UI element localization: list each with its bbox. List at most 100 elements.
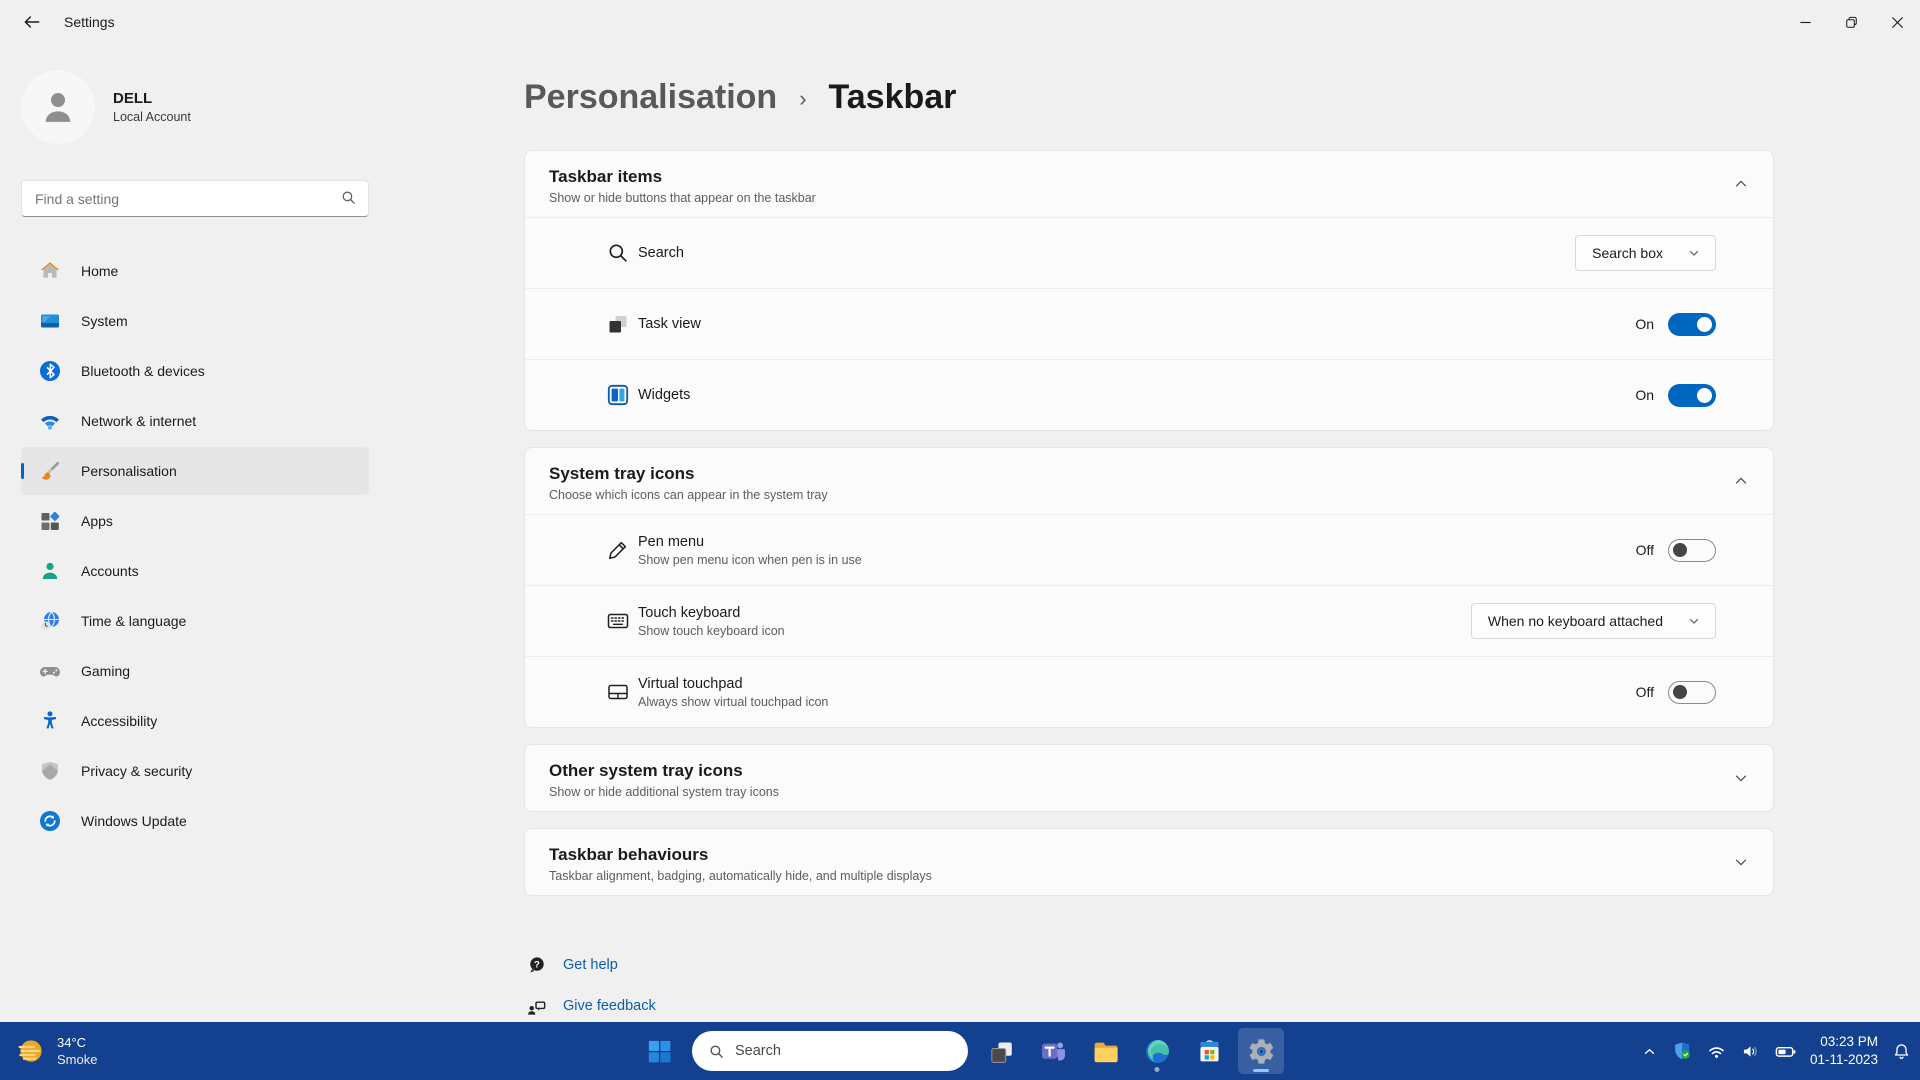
toggle-state-label: Off [1635, 542, 1654, 558]
sidebar-item-home[interactable]: Home [21, 247, 369, 295]
close-button[interactable] [1874, 0, 1920, 44]
card-subtitle: Taskbar alignment, badging, automaticall… [549, 869, 932, 883]
card-title: Other system tray icons [549, 761, 743, 780]
sidebar-item-bluetooth-devices[interactable]: Bluetooth & devices [21, 347, 369, 395]
edge-icon [1145, 1039, 1169, 1063]
taskbar-items-header[interactable]: Taskbar items Show or hide buttons that … [525, 151, 1773, 217]
clock-time: 03:23 PM [1820, 1034, 1878, 1050]
restore-icon [1845, 16, 1857, 28]
sidebar-item-apps[interactable]: Apps [21, 497, 369, 545]
get-help-link[interactable]: ? Get help [524, 954, 1920, 976]
link-label: Get help [563, 957, 618, 973]
taskbar-search-input[interactable] [735, 1043, 945, 1059]
start-button[interactable] [636, 1028, 682, 1074]
sidebar-item-system[interactable]: System [21, 297, 369, 345]
notifications-bell-icon[interactable] [1891, 1041, 1912, 1062]
expand-chevron-down-icon[interactable] [1731, 852, 1751, 872]
edge-button[interactable] [1134, 1028, 1180, 1074]
chevron-down-icon [1689, 250, 1699, 256]
taskbar-search[interactable] [692, 1031, 968, 1071]
minimize-icon [1799, 21, 1811, 23]
sidebar-item-gaming[interactable]: Gaming [21, 647, 369, 695]
setting-label: Pen menu [638, 533, 705, 550]
gaming-icon [38, 659, 62, 683]
feedback-icon [524, 994, 548, 1018]
toggle-state-label: On [1635, 316, 1654, 332]
pen-icon [605, 537, 631, 563]
virtual-touchpad-toggle[interactable] [1668, 680, 1716, 704]
setting-row-touch-keyboard: Touch keyboard Show touch keyboard icon … [525, 585, 1773, 656]
settings-searchbox [21, 180, 369, 217]
search-style-dropdown[interactable]: Search box [1575, 235, 1716, 271]
window-title: Settings [64, 14, 115, 30]
minimize-button[interactable] [1782, 0, 1828, 44]
tray-chevron-up-icon[interactable] [1641, 1043, 1658, 1060]
windows-update-icon [38, 809, 62, 833]
taskbar-clock[interactable]: 03:23 PM 01-11-2023 [1810, 1033, 1878, 1068]
setting-row-search: Search Search box [525, 217, 1773, 288]
card-subtitle: Show or hide buttons that appear on the … [549, 191, 816, 205]
windows-security-icon[interactable] [1671, 1040, 1693, 1062]
account-header[interactable]: DELL Local Account [21, 70, 400, 144]
breadcrumb-parent[interactable]: Personalisation [524, 78, 777, 117]
setting-row-pen-menu: Pen menu Show pen menu icon when pen is … [525, 514, 1773, 585]
shield-icon [38, 759, 62, 783]
sidebar-item-accessibility[interactable]: Accessibility [21, 697, 369, 745]
person-icon [45, 93, 71, 122]
sidebar-item-network-internet[interactable]: Network & internet [21, 397, 369, 445]
sidebar-item-accounts[interactable]: Accounts [21, 547, 369, 595]
sidebar: DELL Local Account Home [0, 44, 400, 1080]
breadcrumb: Personalisation › Taskbar [524, 74, 1920, 120]
collapse-chevron-up-icon[interactable] [1731, 471, 1751, 491]
expand-chevron-down-icon[interactable] [1731, 768, 1751, 788]
task-view-toggle[interactable] [1668, 312, 1716, 336]
sidebar-item-label: Time & language [81, 613, 187, 629]
touchpad-icon [605, 679, 631, 705]
search-icon [708, 1043, 725, 1060]
widgets-toggle[interactable] [1668, 383, 1716, 407]
settings-button[interactable] [1238, 1028, 1284, 1074]
restore-button[interactable] [1828, 0, 1874, 44]
sidebar-item-privacy-security[interactable]: Privacy & security [21, 747, 369, 795]
avatar [21, 70, 95, 144]
wifi-icon[interactable] [1706, 1041, 1727, 1062]
sidebar-item-label: Privacy & security [81, 763, 193, 779]
volume-icon[interactable] [1740, 1041, 1761, 1062]
give-feedback-link[interactable]: Give feedback [524, 995, 1920, 1017]
setting-row-task-view: Task view On [525, 288, 1773, 359]
find-setting-input[interactable] [21, 180, 369, 217]
back-button[interactable] [12, 4, 52, 40]
window-controls [1782, 0, 1920, 44]
sidebar-item-label: System [81, 313, 128, 329]
taskbar-behaviours-header[interactable]: Taskbar behaviours Taskbar alignment, ba… [525, 829, 1773, 895]
collapse-chevron-up-icon[interactable] [1731, 174, 1751, 194]
svg-text:?: ? [534, 959, 540, 970]
main-content: Personalisation › Taskbar Taskbar items … [400, 44, 1920, 1080]
sidebar-item-personalisation[interactable]: Personalisation [21, 447, 369, 495]
setting-description: Show touch keyboard icon [638, 623, 785, 638]
titlebar: Settings [0, 0, 1920, 44]
other-tray-icons-header[interactable]: Other system tray icons Show or hide add… [525, 745, 1773, 811]
file-explorer-button[interactable] [1082, 1028, 1128, 1074]
teams-button[interactable] [1030, 1028, 1076, 1074]
battery-icon[interactable] [1774, 1040, 1797, 1063]
setting-label: Virtual touchpad [638, 675, 743, 692]
file-explorer-icon [1094, 1042, 1118, 1062]
setting-row-virtual-touchpad: Virtual touchpad Always show virtual tou… [525, 656, 1773, 727]
task-view-button[interactable] [978, 1028, 1024, 1074]
store-button[interactable] [1186, 1028, 1232, 1074]
system-tray-header[interactable]: System tray icons Choose which icons can… [525, 448, 1773, 514]
weather-widget[interactable]: 34°C Smoke [14, 1022, 97, 1080]
setting-description: Show pen menu icon when pen is in use [638, 552, 862, 567]
pen-menu-toggle[interactable] [1668, 538, 1716, 562]
sidebar-item-time-language[interactable]: Time & language [21, 597, 369, 645]
touch-keyboard-dropdown[interactable]: When no keyboard attached [1470, 603, 1716, 639]
task-view-icon [990, 1041, 1012, 1063]
sidebar-item-label: Accounts [81, 563, 139, 579]
setting-description: Always show virtual touchpad icon [638, 694, 829, 709]
dropdown-value: Search box [1592, 245, 1663, 261]
sidebar-item-windows-update[interactable]: Windows Update [21, 797, 369, 845]
active-app-indicator [1253, 1069, 1269, 1072]
weather-condition: Smoke [57, 1052, 98, 1067]
weather-temperature: 34°C [57, 1035, 87, 1050]
